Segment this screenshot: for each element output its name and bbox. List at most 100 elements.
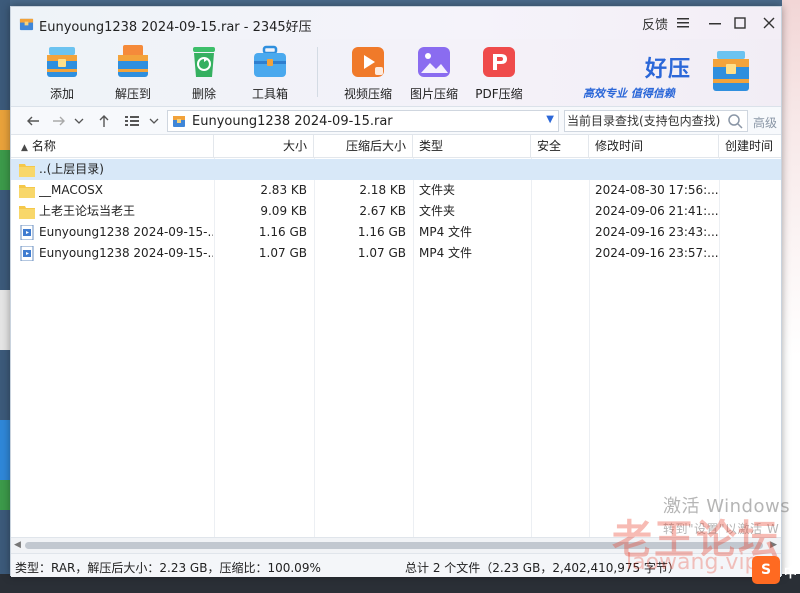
file-size: 9.09 KB	[260, 204, 307, 218]
image-compress-label: 图片压缩	[409, 87, 458, 101]
sort-asc-icon: ▲	[21, 143, 28, 153]
video-file-icon	[20, 246, 34, 261]
file-type: 文件夹	[419, 204, 456, 218]
minimize-icon[interactable]	[707, 13, 723, 33]
file-packed-size: 1.07 GB	[357, 246, 406, 260]
folder-up-icon	[19, 164, 35, 177]
file-packed-size	[314, 159, 406, 180]
menu-icon[interactable]	[675, 13, 691, 33]
archive-app-icon	[19, 18, 34, 31]
url-watermark: laowang.vip	[626, 550, 759, 575]
tray-logo-icon[interactable]: S	[752, 556, 780, 584]
file-row[interactable]: 上老王论坛当老王 9.09 KB 2.67 KB 文件夹 2024-09-06 …	[11, 201, 781, 222]
delete-button[interactable]: 删除	[174, 39, 234, 107]
file-row[interactable]: __MACOSX 2.83 KB 2.18 KB 文件夹 2024-08-30 …	[11, 180, 781, 201]
maximize-icon[interactable]	[732, 13, 748, 33]
view-dropdown-icon[interactable]	[148, 113, 160, 129]
scroll-left-icon[interactable]: ◀	[14, 540, 21, 550]
feedback-link[interactable]: 反馈	[642, 13, 668, 33]
toolbar-divider	[317, 47, 318, 97]
pdf-compress-icon	[483, 47, 515, 77]
toolbox-icon	[254, 45, 286, 77]
file-name: Eunyoung1238 2024-09-15-...	[39, 246, 213, 260]
forward-icon[interactable]	[51, 113, 67, 129]
path-text: Eunyoung1238 2024-09-15.rar	[192, 114, 393, 129]
file-name: 上老王论坛当老王	[39, 204, 136, 218]
folder-icon	[19, 206, 35, 219]
folder-icon	[19, 185, 35, 198]
pdf-compress-button[interactable]: PDF压缩	[469, 39, 529, 107]
file-name: ..(上层目录)	[39, 162, 104, 176]
window-title: Eunyoung1238 2024-09-15.rar - 2345好压	[39, 20, 312, 35]
file-row-parent[interactable]: ..(上层目录)	[11, 159, 781, 180]
path-dropdown-icon[interactable]: ▼	[546, 114, 554, 125]
file-row[interactable]: Eunyoung1238 2024-09-15-... 1.16 GB 1.16…	[11, 222, 781, 243]
up-directory-icon[interactable]	[96, 113, 112, 129]
file-row[interactable]: Eunyoung1238 2024-09-15-... 1.07 GB 1.07…	[11, 243, 781, 264]
file-packed-size: 2.67 KB	[359, 204, 406, 218]
file-modified: 2024-09-06 21:41:...	[595, 204, 719, 218]
column-size[interactable]: 大小	[214, 135, 314, 158]
search-field[interactable]	[564, 110, 748, 132]
brand-area: 好压 高效专业 值得信赖	[583, 43, 783, 105]
image-compress-button[interactable]: 图片压缩	[404, 39, 464, 107]
archive-window: Eunyoung1238 2024-09-15.rar - 2345好压 反馈 …	[10, 6, 782, 577]
path-field[interactable]: Eunyoung1238 2024-09-15.rar ▼	[167, 110, 559, 132]
status-archive-info: 类型：RAR，解压后大小：2.23 GB，压缩比：100.09%	[15, 561, 321, 575]
column-name[interactable]: ▲ 名称	[11, 135, 214, 158]
title-bar[interactable]: Eunyoung1238 2024-09-15.rar - 2345好压 反馈	[11, 7, 781, 39]
file-size: 2.83 KB	[260, 183, 307, 197]
file-type: MP4 文件	[419, 225, 473, 239]
extract-to-label: 解压到	[114, 87, 151, 101]
video-compress-icon	[352, 47, 384, 77]
file-type	[419, 159, 529, 180]
file-size	[214, 159, 307, 180]
file-packed-size: 2.18 KB	[359, 183, 406, 197]
brand-logo-icon	[713, 51, 749, 91]
column-security[interactable]: 安全	[531, 135, 589, 158]
ime-indicator[interactable]: 中	[784, 562, 797, 581]
add-label: 添加	[49, 87, 74, 101]
rar-file-icon	[173, 116, 185, 127]
image-compress-icon	[418, 47, 450, 77]
file-size: 1.07 GB	[258, 246, 307, 260]
pdf-compress-label: PDF压缩	[475, 87, 523, 101]
advanced-search-link[interactable]: 高级	[753, 114, 777, 131]
column-modified[interactable]: 修改时间	[589, 135, 719, 158]
add-button[interactable]: 添加	[32, 39, 92, 107]
file-type: MP4 文件	[419, 246, 473, 260]
view-mode-icon[interactable]	[124, 113, 140, 129]
delete-label: 删除	[191, 87, 216, 101]
close-icon[interactable]	[761, 13, 777, 33]
address-bar: Eunyoung1238 2024-09-15.rar ▼ 高级	[11, 107, 781, 135]
column-packed-size[interactable]: 压缩后大小	[314, 135, 413, 158]
file-size: 1.16 GB	[258, 225, 307, 239]
brand-name: 好压	[645, 57, 692, 82]
toolbox-button[interactable]: 工具箱	[240, 39, 300, 107]
file-name: __MACOSX	[39, 183, 104, 197]
search-input[interactable]	[567, 112, 725, 130]
extract-to-button[interactable]: 解压到	[103, 39, 163, 107]
file-type: 文件夹	[419, 183, 456, 197]
column-type[interactable]: 类型	[413, 135, 531, 158]
column-created[interactable]: 创建时间	[719, 135, 781, 158]
search-icon[interactable]	[727, 113, 743, 129]
file-list-header: ▲ 名称 大小 压缩后大小 类型 安全 修改时间 创建时间	[11, 135, 781, 158]
main-toolbar: 添加 解压到 删除 工具箱 视频压缩 图片压缩 PDF压缩 好压 高效专业 值得…	[11, 39, 781, 107]
extract-to-icon	[118, 45, 148, 77]
file-modified	[595, 159, 719, 180]
video-file-icon	[20, 225, 34, 240]
file-packed-size: 1.16 GB	[357, 225, 406, 239]
back-icon[interactable]	[25, 113, 41, 129]
file-list: ▲ 名称 大小 压缩后大小 类型 安全 修改时间 创建时间 ..(上层目录) __…	[11, 135, 781, 537]
file-modified: 2024-08-30 17:56:...	[595, 183, 719, 197]
recycle-delete-icon	[193, 47, 215, 77]
file-name: Eunyoung1238 2024-09-15-...	[39, 225, 213, 239]
video-compress-label: 视频压缩	[343, 87, 392, 101]
video-compress-button[interactable]: 视频压缩	[338, 39, 398, 107]
toolbox-label: 工具箱	[251, 87, 288, 101]
file-modified: 2024-09-16 23:43:...	[595, 225, 719, 239]
add-archive-icon	[47, 47, 77, 77]
desktop-left-edge	[0, 0, 10, 593]
history-dropdown-icon[interactable]	[73, 113, 85, 129]
